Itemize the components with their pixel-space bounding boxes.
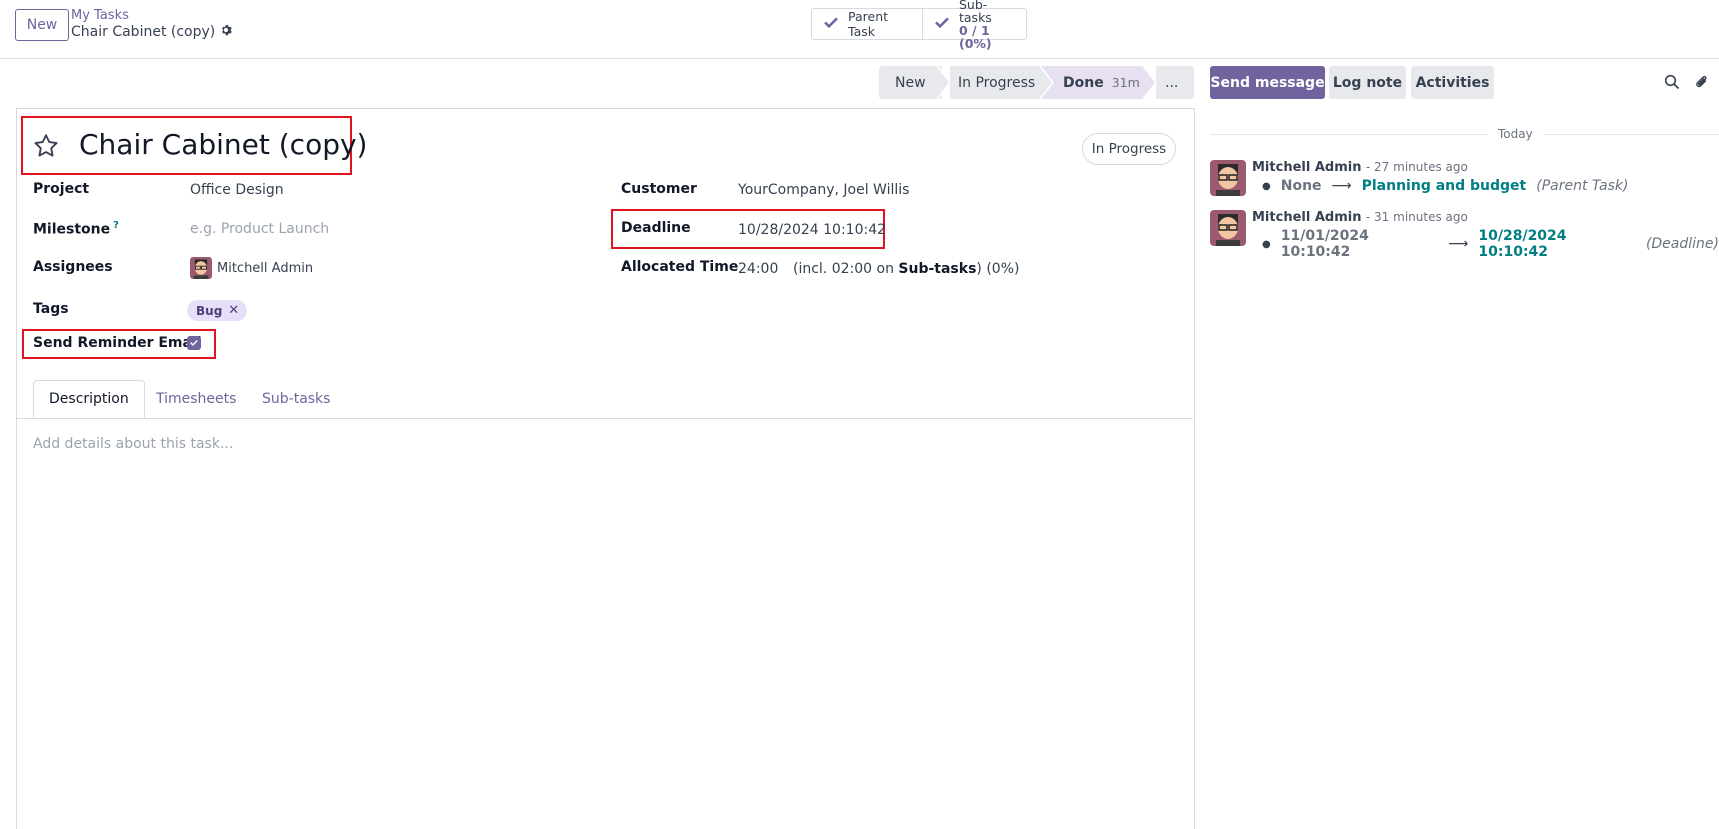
avatar[interactable]	[1210, 160, 1246, 196]
description-editor[interactable]: Add details about this task...	[33, 436, 233, 452]
gear-icon[interactable]	[220, 24, 233, 40]
arrow-icon: ⟶	[1331, 178, 1352, 194]
avatar	[190, 257, 212, 279]
assignee-name: Mitchell Admin	[217, 260, 314, 276]
check-icon	[933, 14, 951, 35]
arrow-icon: ⟶	[1448, 236, 1469, 252]
tracking-old-value: 11/01/2024 10:10:42	[1280, 228, 1369, 260]
check-icon	[822, 14, 840, 35]
search-icon[interactable]	[1664, 74, 1680, 94]
stage-in-progress[interactable]: In Progress	[950, 66, 1042, 99]
activities-button[interactable]: Activities	[1411, 66, 1494, 99]
allocated-time-field[interactable]: 24:00	[738, 261, 778, 277]
stage-more-button[interactable]: ...	[1156, 66, 1194, 99]
subtasks-info: Sub-tasks 0 / 1 (0%)	[959, 0, 1016, 50]
stage-separator-line	[1040, 66, 1054, 99]
project-field[interactable]: Office Design	[190, 182, 284, 198]
deadline-label: Deadline	[621, 220, 691, 236]
tags-label: Tags	[33, 301, 69, 317]
milestone-field[interactable]: e.g. Product Launch	[190, 221, 329, 237]
stage-done-duration: 31m	[1111, 75, 1140, 90]
breadcrumb-parent-link[interactable]: My Tasks	[71, 8, 129, 23]
subtasks-value: 0 / 1 (0%)	[959, 23, 992, 51]
tracking-field-name: (Deadline)	[1645, 236, 1719, 252]
parent-task-label: Parent Task	[848, 9, 889, 39]
avatar[interactable]	[1210, 210, 1246, 246]
tracking-value-row: ● None ⟶ Planning and budget (Parent Tas…	[1262, 178, 1628, 194]
milestone-label: Milestone?	[33, 220, 119, 238]
tag-bug-label: Bug	[196, 303, 223, 318]
message-author[interactable]: Mitchell Admin	[1252, 160, 1361, 175]
milestone-help-icon[interactable]: ?	[113, 220, 119, 231]
allocated-incl-prefix: (incl. 02:00 on	[793, 261, 894, 277]
star-icon[interactable]	[32, 132, 60, 164]
state-badge[interactable]: In Progress	[1082, 133, 1176, 165]
stage-separator-line	[1143, 66, 1157, 99]
tab-description[interactable]: Description	[33, 380, 145, 418]
form-sheet	[16, 108, 1195, 829]
message-header: Mitchell Admin - 27 minutes ago	[1252, 159, 1468, 175]
checkbox-checked-icon[interactable]	[187, 336, 201, 350]
paperclip-icon[interactable]	[1694, 73, 1710, 95]
allocated-time-subtasks-info: (incl. 02:00 on Sub-tasks) (0%)	[793, 261, 1019, 277]
tracking-new-value[interactable]: Planning and budget	[1362, 178, 1527, 194]
assignees-label: Assignees	[33, 259, 113, 275]
customer-label: Customer	[621, 181, 697, 197]
stage-done-label: Done	[1063, 74, 1104, 91]
tracking-new-value[interactable]: 10/28/2024 10:10:42	[1478, 228, 1636, 260]
bullet: ●	[1262, 238, 1271, 250]
bullet: ●	[1262, 180, 1271, 192]
milestone-label-text: Milestone	[33, 221, 111, 238]
breadcrumb-current-label: Chair Cabinet (copy)	[71, 24, 216, 40]
project-label: Project	[33, 181, 90, 197]
subtasks-smart-button[interactable]: Sub-tasks 0 / 1 (0%)	[922, 0, 1027, 50]
subtasks-inline-link[interactable]: Sub-tasks	[898, 261, 976, 277]
subtasks-label: Sub-tasks	[959, 0, 992, 25]
message-author[interactable]: Mitchell Admin	[1252, 210, 1361, 225]
reminder-label: Send Reminder Email	[33, 335, 202, 351]
breadcrumb-current: Chair Cabinet (copy)	[71, 24, 233, 40]
parent-task-smart-button[interactable]: Parent Task	[811, 8, 923, 40]
tabs-divider	[16, 418, 1193, 419]
message-time: - 27 minutes ago	[1365, 160, 1468, 174]
assignees-field[interactable]: Mitchell Admin	[190, 257, 313, 279]
allocated-incl-suffix: ) (0%)	[976, 261, 1020, 277]
stage-new[interactable]: New	[879, 66, 942, 99]
new-record-button[interactable]: New	[15, 9, 69, 41]
stage-separator-line	[937, 66, 951, 99]
stage-done[interactable]: Done 31m	[1041, 66, 1143, 99]
send-message-button[interactable]: Send message	[1210, 66, 1325, 99]
date-separator-line	[1210, 134, 1719, 135]
close-icon[interactable]: ✕	[228, 304, 239, 317]
customer-field[interactable]: YourCompany, Joel Willis	[738, 182, 909, 198]
tracking-field-name: (Parent Task)	[1536, 178, 1629, 194]
tag-bug[interactable]: Bug ✕	[187, 300, 248, 321]
log-note-button[interactable]: Log note	[1329, 66, 1406, 99]
tracking-value-row: ● 11/01/2024 10:10:42 ⟶ 10/28/2024 10:10…	[1262, 228, 1719, 260]
tracking-old-value: None	[1280, 178, 1322, 194]
tab-subtasks[interactable]: Sub-tasks	[262, 380, 330, 418]
tab-timesheets[interactable]: Timesheets	[156, 380, 236, 418]
task-title[interactable]: Chair Cabinet (copy)	[79, 128, 367, 161]
date-separator: Today	[1488, 127, 1543, 141]
deadline-field[interactable]: 10/28/2024 10:10:42	[738, 222, 886, 238]
message-time: - 31 minutes ago	[1365, 210, 1468, 224]
allocated-time-label: Allocated Time	[621, 259, 739, 275]
message-header: Mitchell Admin - 31 minutes ago	[1252, 209, 1468, 225]
